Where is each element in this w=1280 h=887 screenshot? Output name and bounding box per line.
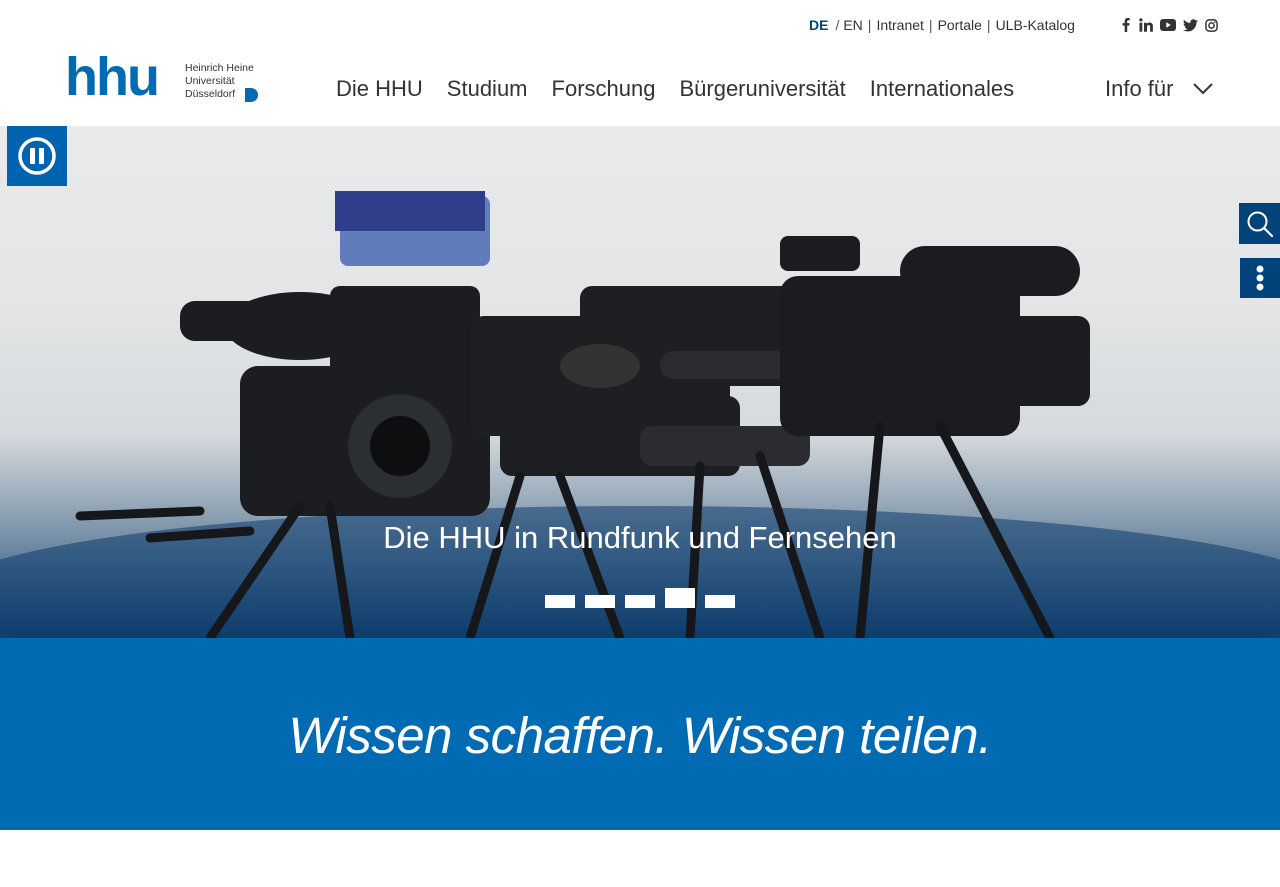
info-fuer-dropdown[interactable]: Info für	[1105, 76, 1214, 102]
claim-text: Wissen schaffen. Wissen teilen.	[288, 707, 992, 764]
facebook-icon[interactable]	[1119, 17, 1133, 33]
chevron-down-icon	[1193, 83, 1214, 95]
twitter-icon[interactable]	[1182, 17, 1198, 33]
link-separator: |	[986, 17, 991, 33]
hhu-logo[interactable]: hhu Heinrich Heine Universität Düsseldor…	[65, 47, 265, 107]
nav-item-die-hhu[interactable]: Die HHU	[336, 76, 423, 102]
top-utility-bar: DE / EN | Intranet | Portale | ULB-Katal…	[0, 0, 1280, 50]
hero-title[interactable]: Die HHU in Rundfunk und Fernsehen	[0, 520, 1280, 556]
slider-dot-1[interactable]	[545, 595, 575, 608]
nav-item-internationales[interactable]: Internationales	[870, 76, 1014, 102]
social-links	[1119, 17, 1218, 33]
claim-band: Wissen schaffen. Wissen teilen.	[0, 638, 1280, 830]
main-navigation: Die HHU Studium Forschung Bürgeruniversi…	[336, 76, 1038, 102]
youtube-icon[interactable]	[1159, 17, 1176, 33]
lang-separator: /	[835, 17, 840, 33]
nav-item-buergeruniversitaet[interactable]: Bürgeruniversität	[679, 76, 845, 102]
logo-wordmark: hhu	[65, 52, 158, 104]
slider-dot-5[interactable]	[705, 595, 735, 608]
side-more-button[interactable]	[1240, 258, 1280, 298]
slider-pagination	[545, 588, 735, 608]
slider-dot-2[interactable]	[585, 595, 615, 608]
logo-line-2: Universität	[185, 75, 235, 87]
nav-item-studium[interactable]: Studium	[447, 76, 528, 102]
portale-link[interactable]: Portale	[938, 17, 982, 33]
logo-line-3: Düsseldorf	[185, 88, 235, 100]
search-icon	[1247, 211, 1273, 237]
slider-dot-3[interactable]	[625, 595, 655, 608]
link-separator: |	[928, 17, 933, 33]
linkedin-icon[interactable]	[1139, 17, 1153, 33]
info-fuer-label: Info für	[1105, 76, 1174, 101]
lang-de-link[interactable]: DE	[809, 17, 828, 33]
nav-item-forschung[interactable]: Forschung	[552, 76, 656, 102]
lang-en-link[interactable]: EN	[843, 17, 862, 33]
utility-links: DE / EN | Intranet | Portale | ULB-Katal…	[809, 17, 1075, 33]
intranet-link[interactable]: Intranet	[876, 17, 923, 33]
logo-d-mark	[245, 88, 258, 102]
slider-dot-4[interactable]	[665, 588, 695, 608]
hero-slider: Die HHU in Rundfunk und Fernsehen	[0, 126, 1280, 638]
side-search-button[interactable]	[1239, 203, 1280, 244]
instagram-icon[interactable]	[1204, 17, 1218, 33]
ulb-katalog-link[interactable]: ULB-Katalog	[996, 17, 1075, 33]
pause-icon	[18, 137, 56, 175]
more-vertical-icon	[1256, 265, 1264, 291]
hero-image-cameras	[0, 191, 1280, 638]
link-separator: |	[867, 17, 872, 33]
logo-line-1: Heinrich Heine	[185, 62, 254, 74]
slider-pause-button[interactable]	[7, 126, 67, 186]
hhu-logo-mark: hhu Heinrich Heine Universität Düsseldor…	[65, 47, 258, 107]
